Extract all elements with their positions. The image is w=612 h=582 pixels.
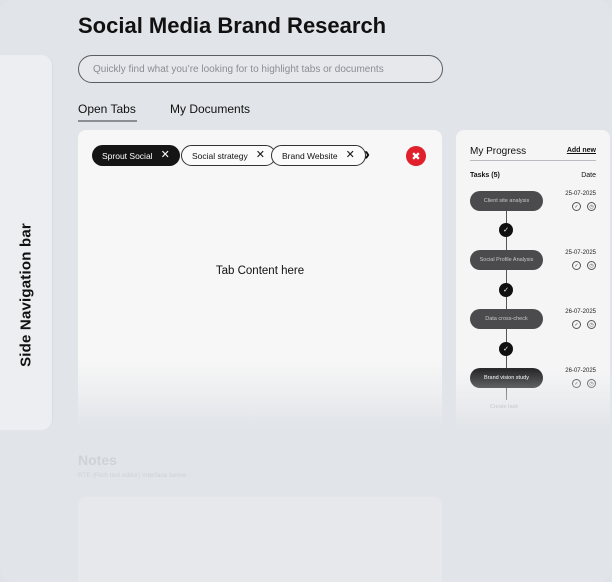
notes-title: Notes: [78, 452, 117, 468]
close-icon[interactable]: ✕: [161, 150, 170, 161]
check-circle-icon[interactable]: ✓: [572, 379, 581, 388]
tab-chip-label: Sprout Social: [102, 150, 153, 161]
tab-chip-brand-website[interactable]: Brand Website ✕: [271, 145, 366, 166]
date-header: Date: [581, 172, 596, 179]
check-icon: ✓: [499, 342, 513, 356]
task-pill[interactable]: Social Profile Analysis: [470, 250, 543, 270]
close-icon[interactable]: ✕: [346, 150, 355, 161]
search-input[interactable]: [78, 55, 443, 83]
tab-chip-social-strategy[interactable]: Social strategy ✕: [181, 145, 276, 166]
task-pill[interactable]: Data cross-check: [470, 309, 543, 329]
tab-content: Tab Content here: [215, 265, 305, 277]
divider: [470, 160, 596, 161]
check-circle-icon[interactable]: ✓: [572, 261, 581, 270]
task-pill[interactable]: Brand vision study: [470, 368, 543, 388]
close-icon[interactable]: ✕: [256, 150, 265, 161]
progress-title: My Progress: [470, 146, 527, 157]
close-all-tabs-icon[interactable]: ✖: [406, 146, 426, 166]
chevron-right-icon[interactable]: ›: [364, 144, 370, 165]
clock-icon[interactable]: ◷: [587, 379, 596, 388]
task-pill[interactable]: Client site analysis: [470, 191, 543, 211]
sidebar-label: Side Navigation bar: [17, 223, 35, 367]
check-circle-icon[interactable]: ✓: [572, 320, 581, 329]
my-progress-panel: My Progress Add new Tasks (5) Date Clien…: [456, 130, 610, 430]
tab-open-tabs[interactable]: Open Tabs: [78, 102, 137, 122]
clock-icon[interactable]: ◷: [587, 320, 596, 329]
notes-editor[interactable]: [78, 497, 442, 582]
task-date: 26-07-2025: [565, 368, 596, 374]
check-icon: ✓: [499, 223, 513, 237]
page-title: Social Media Brand Research: [78, 13, 387, 38]
tab-my-documents[interactable]: My Documents: [170, 102, 250, 116]
notes-subtitle: RTE (Rich text editor) Interface below: [78, 472, 187, 479]
clock-icon[interactable]: ◷: [587, 261, 596, 270]
task-date: 25-07-2025: [565, 191, 596, 197]
open-tabs-panel: Sprout Social ✕ Social strategy ✕ Brand …: [78, 130, 442, 430]
tasks-header: Tasks (5): [470, 172, 500, 179]
app-frame: Side Navigation bar Social Media Brand R…: [0, 0, 612, 582]
side-navigation-bar[interactable]: Side Navigation bar: [0, 55, 52, 430]
timeline-line: [506, 210, 507, 400]
tab-chip-label: Brand Website: [282, 150, 338, 161]
tab-chip-label: Social strategy: [192, 150, 248, 161]
clock-icon[interactable]: ◷: [587, 202, 596, 211]
add-new-link[interactable]: Add new: [567, 147, 596, 154]
check-icon: ✓: [499, 283, 513, 297]
tab-chip-sprout-social[interactable]: Sprout Social ✕: [92, 145, 180, 166]
task-date: 26-07-2025: [565, 309, 596, 315]
task-date: 25-07-2025: [565, 250, 596, 256]
check-circle-icon[interactable]: ✓: [572, 202, 581, 211]
create-task-link[interactable]: Create task: [490, 404, 518, 410]
